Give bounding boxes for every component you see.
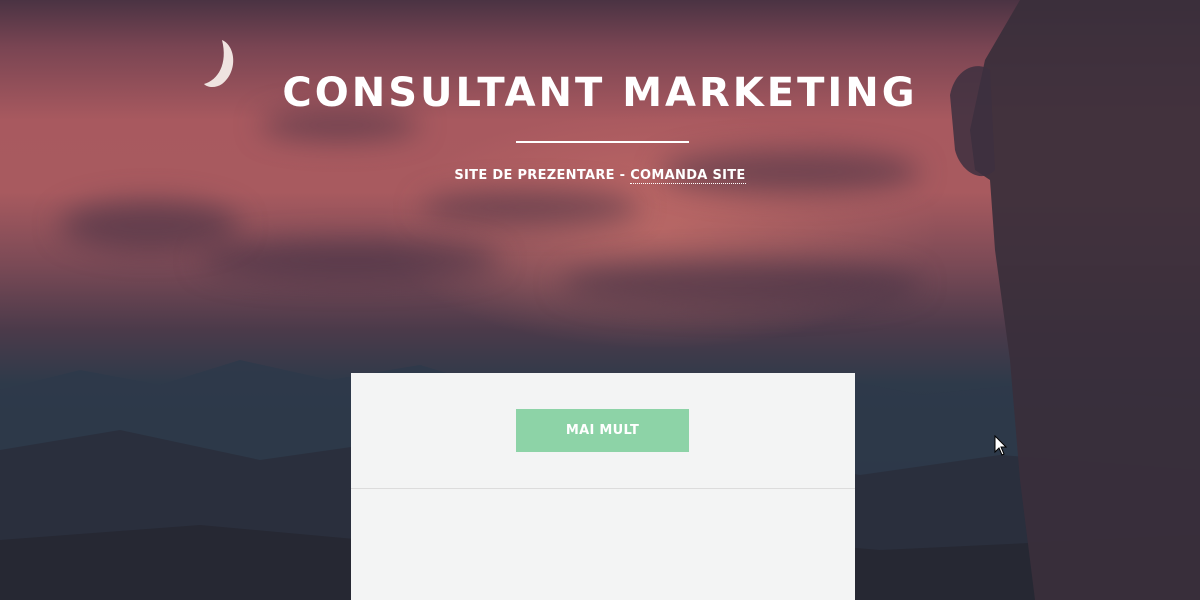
title-divider xyxy=(516,141,689,143)
panel-divider xyxy=(351,488,855,489)
subtitle-text: SITE DE PREZENTARE - xyxy=(454,168,631,183)
content-panel: MAI MULT xyxy=(351,373,855,600)
sky-glow xyxy=(380,110,940,350)
page-title: CONSULTANT MARKETING xyxy=(282,70,918,116)
cloud xyxy=(200,240,500,280)
cloud xyxy=(60,200,240,250)
mouse-cursor-icon xyxy=(994,435,1008,456)
more-button[interactable]: MAI MULT xyxy=(516,409,689,452)
order-site-link[interactable]: COMANDA SITE xyxy=(630,168,746,184)
cloud xyxy=(420,190,640,224)
cloud xyxy=(560,260,920,306)
hero-subtitle: SITE DE PREZENTARE - COMANDA SITE xyxy=(0,166,1200,186)
